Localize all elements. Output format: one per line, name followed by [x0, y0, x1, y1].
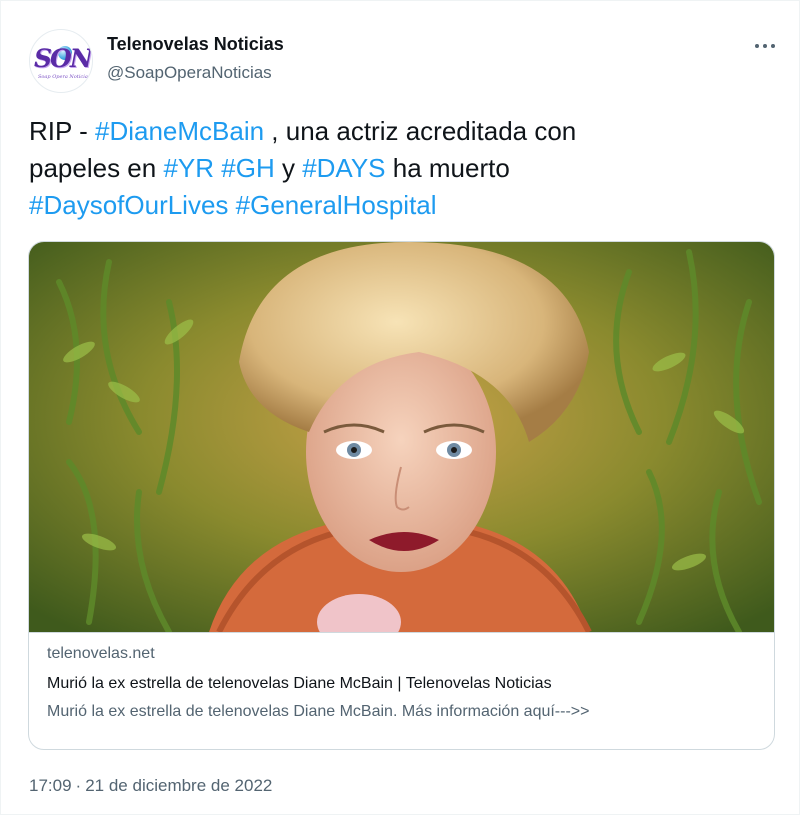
tweet-date: 21 de diciembre de 2022	[85, 776, 273, 795]
hashtag-yr[interactable]: #YR	[163, 153, 214, 183]
avatar-logo-text: SON	[34, 44, 92, 73]
avatar[interactable]: SON Soap Opera Noticias	[29, 29, 93, 93]
tweet: SON Soap Opera Noticias Telenovelas Noti…	[0, 0, 800, 815]
author-handle[interactable]: @SoapOperaNoticias	[107, 63, 272, 83]
more-options-button[interactable]	[747, 31, 783, 59]
card-description: Murió la ex estrella de telenovelas Dian…	[47, 703, 590, 720]
hashtag-days[interactable]: #DAYS	[302, 153, 385, 183]
link-card[interactable]: telenovelas.net Murió la ex estrella de …	[28, 241, 775, 750]
card-meta[interactable]: telenovelas.net Murió la ex estrella de …	[29, 632, 774, 749]
hashtag-dianemcbain[interactable]: #DianeMcBain	[95, 116, 264, 146]
hashtag-gh[interactable]: #GH	[221, 153, 274, 183]
card-domain: telenovelas.net	[47, 645, 155, 662]
tweet-time: 17:09	[29, 776, 72, 795]
tweet-text: RIP - #DianeMcBain , una actriz acredita…	[29, 116, 577, 220]
hashtag-generalhospital[interactable]: #GeneralHospital	[236, 190, 437, 220]
timestamp-separator: ·	[75, 776, 82, 795]
card-title: Murió la ex estrella de telenovelas Dian…	[47, 675, 552, 692]
hashtag-daysofourlives[interactable]: #DaysofOurLives	[29, 190, 228, 220]
more-horizontal-icon	[755, 44, 759, 48]
avatar-tagline: Soap Opera Noticias	[38, 74, 91, 80]
tweet-timestamp[interactable]: 17:09 · 21 de diciembre de 2022	[29, 776, 272, 796]
author-display-name[interactable]: Telenovelas Noticias	[107, 34, 284, 55]
card-image[interactable]	[29, 242, 775, 632]
